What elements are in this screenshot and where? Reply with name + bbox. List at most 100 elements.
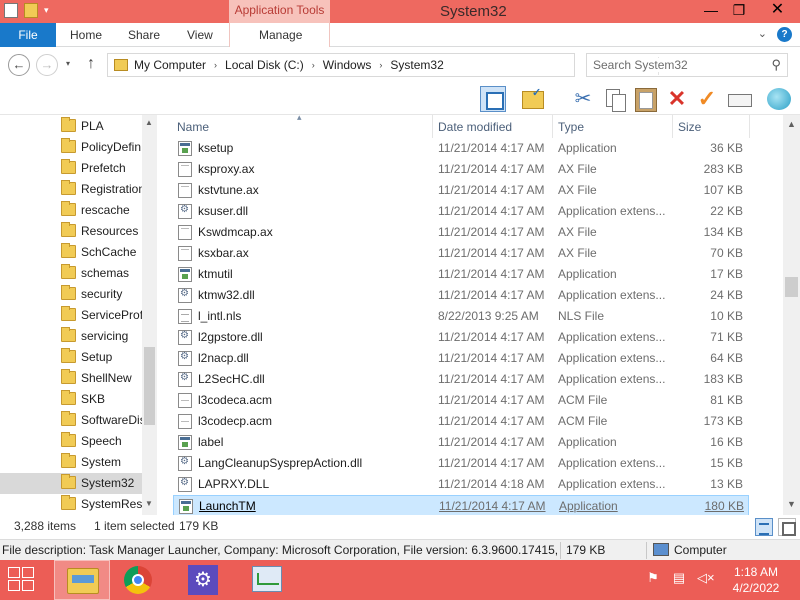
scroll-up-icon[interactable]: ▲	[787, 119, 796, 129]
column-date-modified[interactable]: Date modified	[438, 120, 512, 134]
nav-item[interactable]: PLA	[0, 116, 142, 137]
column-divider[interactable]	[552, 115, 553, 138]
breadcrumb-local-disk[interactable]: Local Disk (C:)	[225, 58, 304, 72]
nav-item[interactable]: SchCache	[0, 242, 142, 263]
clock[interactable]: 1:18 AM 4/2/2022	[726, 564, 786, 596]
forward-button[interactable]: →	[36, 54, 58, 76]
select-folder-icon[interactable]: ✓	[520, 86, 546, 112]
cut-icon[interactable]: ✂	[570, 86, 596, 112]
tab-manage[interactable]: Manage	[259, 23, 302, 47]
nav-item[interactable]: System32	[0, 473, 142, 494]
search-box[interactable]: ⚲	[586, 53, 788, 77]
file-row[interactable]: l_intl.nls 8/22/2013 9:25 AM NLS File 10 KB	[173, 306, 749, 327]
column-size[interactable]: Size	[678, 120, 701, 134]
maximize-button[interactable]: ❐	[724, 0, 754, 22]
column-divider[interactable]	[672, 115, 673, 138]
file-row[interactable]: l3codecp.acm 11/21/2014 4:17 AM ACM File 17…	[173, 411, 749, 432]
large-icons-view-icon[interactable]	[778, 518, 796, 536]
start-button[interactable]	[8, 567, 36, 593]
file-row[interactable]: ktmw32.dll 11/21/2014 4:17 AM Application …	[173, 285, 749, 306]
file-row[interactable]: LAPRXY.DLL 11/21/2014 4:18 AM Application …	[173, 474, 749, 495]
nav-item[interactable]: Registration	[0, 179, 145, 200]
details-view-icon[interactable]	[755, 518, 773, 536]
recent-locations-icon[interactable]: ▾	[66, 59, 70, 68]
scroll-down-icon[interactable]: ▼	[145, 499, 153, 508]
navigation-pane-scrollbar[interactable]: ▲ ▼	[142, 115, 157, 515]
breadcrumb-separator-icon[interactable]: ›	[312, 60, 315, 70]
minimize-button[interactable]: —	[696, 0, 726, 22]
nav-item[interactable]: SKB	[0, 389, 142, 410]
breadcrumb-separator-icon[interactable]: ›	[214, 60, 217, 70]
file-row[interactable]: label 11/21/2014 4:17 AM Application 16 KB	[173, 432, 749, 453]
breadcrumb-separator-icon[interactable]: ›	[379, 60, 382, 70]
taskbar-task-manager[interactable]	[240, 560, 296, 600]
breadcrumb-system32[interactable]: System32	[390, 58, 443, 72]
preview-pane-icon[interactable]	[480, 86, 506, 112]
expand-ribbon-icon[interactable]: ⌄	[758, 27, 767, 42]
breadcrumb-my-computer[interactable]: My Computer	[134, 58, 206, 72]
file-row[interactable]: LangCleanupSysprepAction.dll 11/21/2014 4…	[173, 453, 749, 474]
file-row[interactable]: ksxbar.ax 11/21/2014 4:17 AM AX File 70 KB	[173, 243, 749, 264]
network-icon[interactable]: ▤	[671, 570, 687, 588]
nav-item[interactable]: System	[0, 452, 142, 473]
nav-item[interactable]: servicing	[0, 326, 142, 347]
rename-icon[interactable]	[726, 86, 752, 112]
new-folder-icon[interactable]	[24, 3, 38, 18]
column-name[interactable]: Name	[177, 120, 209, 134]
tab-home[interactable]: Home	[70, 23, 102, 47]
scroll-thumb[interactable]	[144, 347, 155, 425]
file-row[interactable]: l2nacp.dll 11/21/2014 4:17 AM Application …	[173, 348, 749, 369]
nav-item[interactable]: SystemReso	[0, 494, 149, 515]
column-divider[interactable]	[432, 115, 433, 138]
file-row[interactable]: ktmutil 11/21/2014 4:17 AM Application 17 K…	[173, 264, 749, 285]
delete-icon[interactable]: ✕	[664, 86, 690, 112]
file-row[interactable]: Kswdmcap.ax 11/21/2014 4:17 AM AX File 134 …	[173, 222, 749, 243]
nav-item[interactable]: schemas	[0, 263, 142, 284]
file-row[interactable]: ksetup 11/21/2014 4:17 AM Application 36 KB	[173, 138, 749, 159]
nav-item[interactable]: security	[0, 284, 142, 305]
taskbar-settings[interactable]: ⚙	[176, 560, 232, 600]
tab-file[interactable]: File	[0, 23, 56, 47]
nav-item[interactable]: Setup	[0, 347, 142, 368]
search-icon[interactable]: ⚲	[771, 57, 781, 73]
nav-item[interactable]: rescache	[0, 200, 142, 221]
nav-item[interactable]: ServiceProf	[0, 305, 143, 326]
paste-icon[interactable]	[632, 86, 658, 112]
nav-item[interactable]: Resources	[0, 221, 142, 242]
search-input[interactable]	[593, 58, 763, 72]
help-icon[interactable]: ?	[777, 27, 792, 42]
address-bar[interactable]: My Computer › Local Disk (C:) › Windows …	[107, 53, 677, 77]
web-globe-icon[interactable]	[766, 86, 792, 112]
close-button[interactable]: ✕	[755, 0, 800, 22]
properties-check-icon[interactable]: ✓	[694, 86, 720, 112]
nav-item[interactable]: PolicyDefin	[0, 137, 142, 158]
file-row[interactable]: kstvtune.ax 11/21/2014 4:17 AM AX File 107 …	[173, 180, 749, 201]
column-type[interactable]: Type	[558, 120, 584, 134]
nav-item[interactable]: Prefetch	[0, 158, 142, 179]
file-row[interactable]: l3codeca.acm 11/21/2014 4:17 AM ACM File 81…	[173, 390, 749, 411]
file-row[interactable]: l2gpstore.dll 11/21/2014 4:17 AM Applicati…	[173, 327, 749, 348]
breadcrumb-windows[interactable]: Windows	[323, 58, 372, 72]
file-row[interactable]: ksproxy.ax 11/21/2014 4:17 AM AX File 283 K…	[173, 159, 749, 180]
nav-item[interactable]: ShellNew	[0, 368, 142, 389]
taskbar-file-explorer[interactable]	[54, 560, 110, 600]
file-row[interactable]: LaunchTM 11/21/2014 4:17 AM Application 180…	[173, 495, 749, 515]
scroll-down-icon[interactable]: ▼	[787, 499, 796, 509]
file-row[interactable]: ksuser.dll 11/21/2014 4:17 AM Application …	[173, 201, 749, 222]
tab-share[interactable]: Share	[128, 23, 160, 47]
back-button[interactable]: ←	[8, 54, 30, 76]
file-row[interactable]: L2SecHC.dll 11/21/2014 4:17 AM Application…	[173, 369, 749, 390]
nav-item[interactable]: Speech	[0, 431, 142, 452]
properties-icon[interactable]	[4, 3, 18, 18]
file-list-scrollbar[interactable]: ▲ ▼	[783, 115, 800, 515]
copy-icon[interactable]	[602, 86, 628, 112]
scroll-up-icon[interactable]: ▲	[145, 118, 153, 127]
scroll-thumb[interactable]	[785, 277, 798, 297]
taskbar-chrome[interactable]	[112, 560, 168, 600]
volume-muted-icon[interactable]: ◁×	[697, 570, 715, 588]
column-divider[interactable]	[749, 115, 750, 138]
customize-qat-chevron-icon[interactable]: ▾	[44, 3, 54, 18]
up-button[interactable]: ↑	[87, 55, 95, 73]
nav-item[interactable]: SoftwareDis	[0, 410, 146, 431]
tab-view[interactable]: View	[187, 23, 213, 47]
